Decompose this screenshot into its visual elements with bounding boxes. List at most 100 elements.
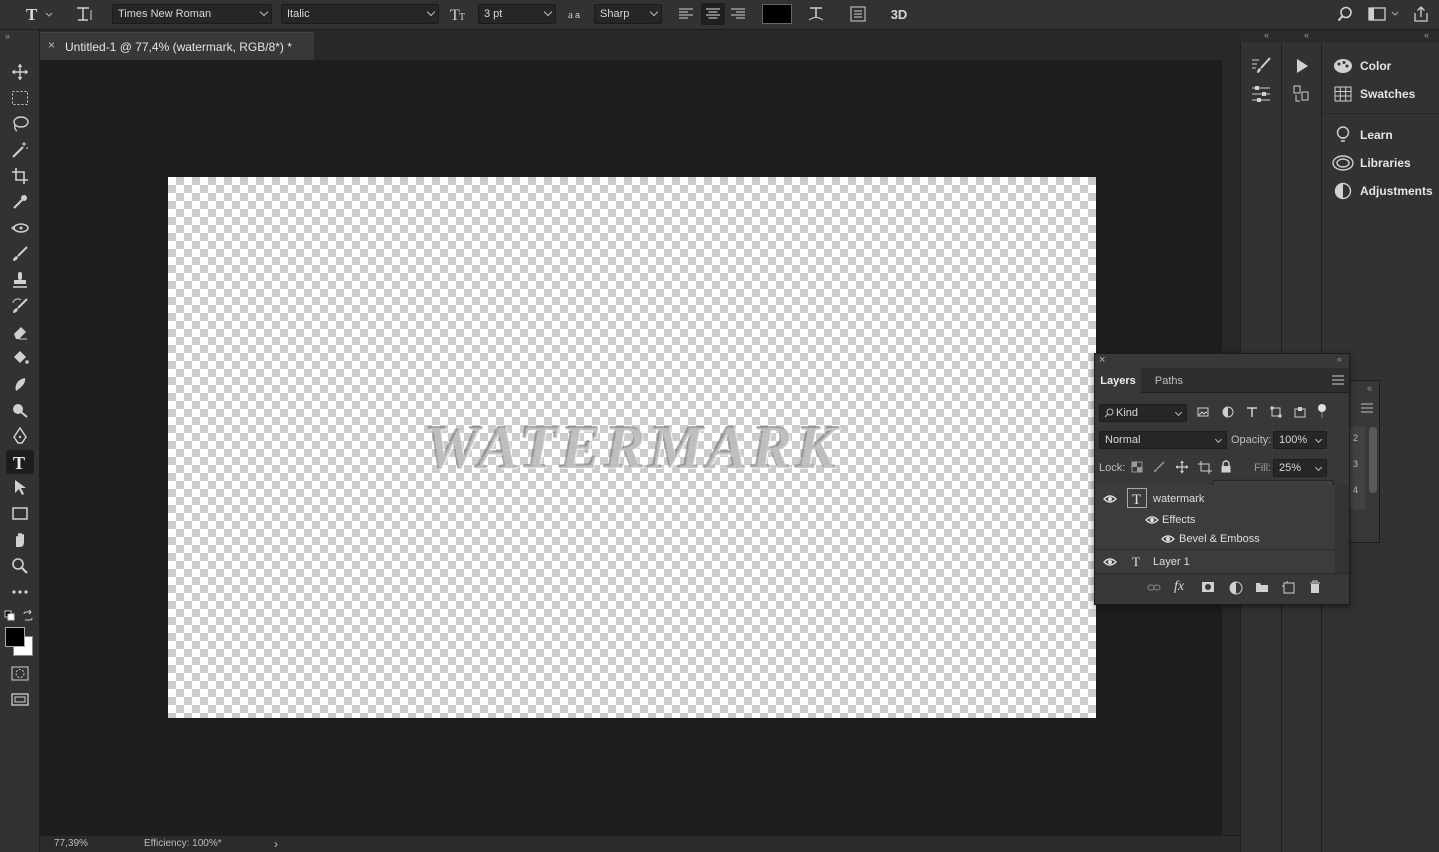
close-tab-icon[interactable]: ×: [48, 38, 55, 52]
filter-toggle-icon[interactable]: [1317, 403, 1327, 419]
hand-tool[interactable]: [6, 528, 34, 552]
lock-transparency-icon[interactable]: [1131, 461, 1143, 473]
paint-bucket-tool[interactable]: [6, 346, 34, 370]
filter-type-icon[interactable]: [1246, 406, 1258, 418]
panel-menu-icon[interactable]: [1361, 403, 1373, 413]
font-family-select[interactable]: Times New Roman: [112, 4, 272, 24]
path-selection-tool[interactable]: [6, 476, 34, 500]
share-button[interactable]: [1408, 3, 1434, 25]
history-icon[interactable]: [1293, 84, 1311, 104]
lock-pixels-icon[interactable]: [1153, 461, 1165, 473]
visibility-eye-icon[interactable]: [1145, 515, 1159, 525]
scrollbar-thumb[interactable]: [1369, 427, 1377, 493]
tab-paths[interactable]: Paths: [1147, 368, 1191, 394]
document-canvas[interactable]: WATERMARK: [168, 177, 1096, 718]
adjustments-panel-button[interactable]: Adjustments: [1322, 178, 1439, 204]
magic-wand-tool[interactable]: [6, 138, 34, 162]
swatches-panel-button[interactable]: Swatches: [1322, 81, 1439, 107]
workspace-button[interactable]: [1366, 3, 1402, 25]
properties-icon[interactable]: [1250, 84, 1272, 104]
crop-tool[interactable]: [6, 164, 34, 188]
foreground-color-swatch[interactable]: [5, 627, 25, 647]
learn-panel-button[interactable]: Learn: [1322, 122, 1439, 148]
collapse-icon[interactable]: «: [1424, 30, 1429, 40]
rectangle-tool[interactable]: [6, 502, 34, 526]
new-layer-icon[interactable]: [1282, 580, 1296, 594]
font-size-select[interactable]: 3 pt: [478, 4, 556, 24]
delete-layer-icon[interactable]: [1309, 580, 1321, 594]
lock-artboard-icon[interactable]: [1198, 461, 1212, 474]
effect-row-bevel-emboss[interactable]: Bevel & Emboss: [1095, 530, 1335, 549]
zoom-tool[interactable]: [6, 554, 34, 578]
visibility-eye-icon[interactable]: [1103, 494, 1117, 504]
3d-button[interactable]: 3D: [884, 3, 914, 25]
character-panel-button[interactable]: [846, 3, 870, 25]
font-style-select[interactable]: Italic: [281, 4, 439, 24]
layers-panel-menu-icon[interactable]: [1332, 375, 1344, 385]
filter-shape-icon[interactable]: [1270, 406, 1282, 418]
collapse-icon[interactable]: «: [1367, 383, 1372, 393]
toolbox-collapse-icon[interactable]: »: [5, 31, 10, 41]
filter-kind-select[interactable]: Kind: [1099, 404, 1187, 422]
filter-smart-object-icon[interactable]: [1294, 406, 1306, 418]
layer-style-fx-icon[interactable]: fx: [1174, 579, 1184, 595]
close-panel-icon[interactable]: ×: [1099, 354, 1105, 366]
spot-healing-tool[interactable]: [6, 216, 34, 240]
new-adjustment-layer-icon[interactable]: [1229, 581, 1243, 595]
layer-effects-row[interactable]: Effects: [1095, 511, 1335, 530]
color-panel-button[interactable]: Color: [1322, 53, 1439, 79]
libraries-panel-button[interactable]: Libraries: [1322, 150, 1439, 176]
layer-row-watermark[interactable]: T watermark: [1095, 485, 1335, 511]
opacity-field[interactable]: 100%: [1273, 431, 1327, 449]
new-group-folder-icon[interactable]: [1255, 581, 1269, 593]
brush-settings-icon[interactable]: [1250, 56, 1272, 76]
search-button[interactable]: [1334, 3, 1356, 25]
document-tab[interactable]: × Untitled-1 @ 77,4% (watermark, RGB/8*)…: [40, 32, 314, 60]
marquee-tool[interactable]: [6, 86, 34, 110]
brush-tool[interactable]: [6, 242, 34, 266]
pen-tool[interactable]: [6, 424, 34, 448]
eraser-tool[interactable]: [6, 320, 34, 344]
screen-mode-button[interactable]: [6, 688, 34, 712]
clone-stamp-tool[interactable]: [6, 268, 34, 292]
warp-text-button[interactable]: [804, 3, 828, 25]
lock-position-icon[interactable]: [1175, 460, 1189, 474]
type-tool-preset-button[interactable]: T: [22, 3, 56, 25]
add-mask-icon[interactable]: [1201, 581, 1215, 593]
smudge-tool[interactable]: [6, 372, 34, 396]
align-right-button[interactable]: [727, 3, 749, 25]
visibility-eye-icon[interactable]: [1161, 534, 1175, 544]
layer-row-layer-1[interactable]: T Layer 1: [1095, 550, 1335, 573]
svg-text:T: T: [13, 453, 25, 471]
blend-mode-select[interactable]: Normal: [1099, 431, 1227, 449]
more-tools[interactable]: [6, 580, 34, 604]
history-brush-tool[interactable]: [6, 294, 34, 318]
actions-play-icon[interactable]: [1293, 57, 1311, 75]
filter-pixel-icon[interactable]: [1197, 406, 1209, 418]
swap-colors-icon[interactable]: [22, 610, 34, 622]
filter-adjustment-icon[interactable]: [1222, 406, 1234, 418]
collapse-icon[interactable]: «: [1304, 30, 1309, 40]
text-orientation-button[interactable]: [72, 3, 98, 25]
quick-mask-button[interactable]: [6, 662, 34, 686]
fill-field[interactable]: 25%: [1273, 459, 1327, 477]
align-left-button[interactable]: [675, 3, 697, 25]
visibility-eye-icon[interactable]: [1103, 557, 1117, 567]
move-tool[interactable]: [6, 60, 34, 84]
type-tool[interactable]: T: [6, 450, 34, 474]
lock-all-icon[interactable]: [1220, 460, 1232, 473]
text-color-swatch[interactable]: [762, 4, 792, 24]
link-layers-icon[interactable]: [1147, 582, 1161, 594]
layers-list-scrollbar[interactable]: [1335, 485, 1349, 573]
eyedropper-tool[interactable]: [6, 190, 34, 214]
default-colors-icon[interactable]: [4, 610, 16, 622]
lasso-tool[interactable]: [6, 112, 34, 136]
dodge-tool[interactable]: [6, 398, 34, 422]
tab-layers[interactable]: Layers: [1095, 368, 1141, 394]
collapse-icon[interactable]: «: [1337, 354, 1342, 364]
antialias-select[interactable]: Sharp: [594, 4, 662, 24]
zoom-readout[interactable]: 77,39%: [54, 836, 88, 852]
status-menu-arrow[interactable]: ›: [274, 836, 278, 852]
collapse-icon[interactable]: «: [1264, 30, 1269, 40]
align-center-button[interactable]: [701, 3, 725, 25]
